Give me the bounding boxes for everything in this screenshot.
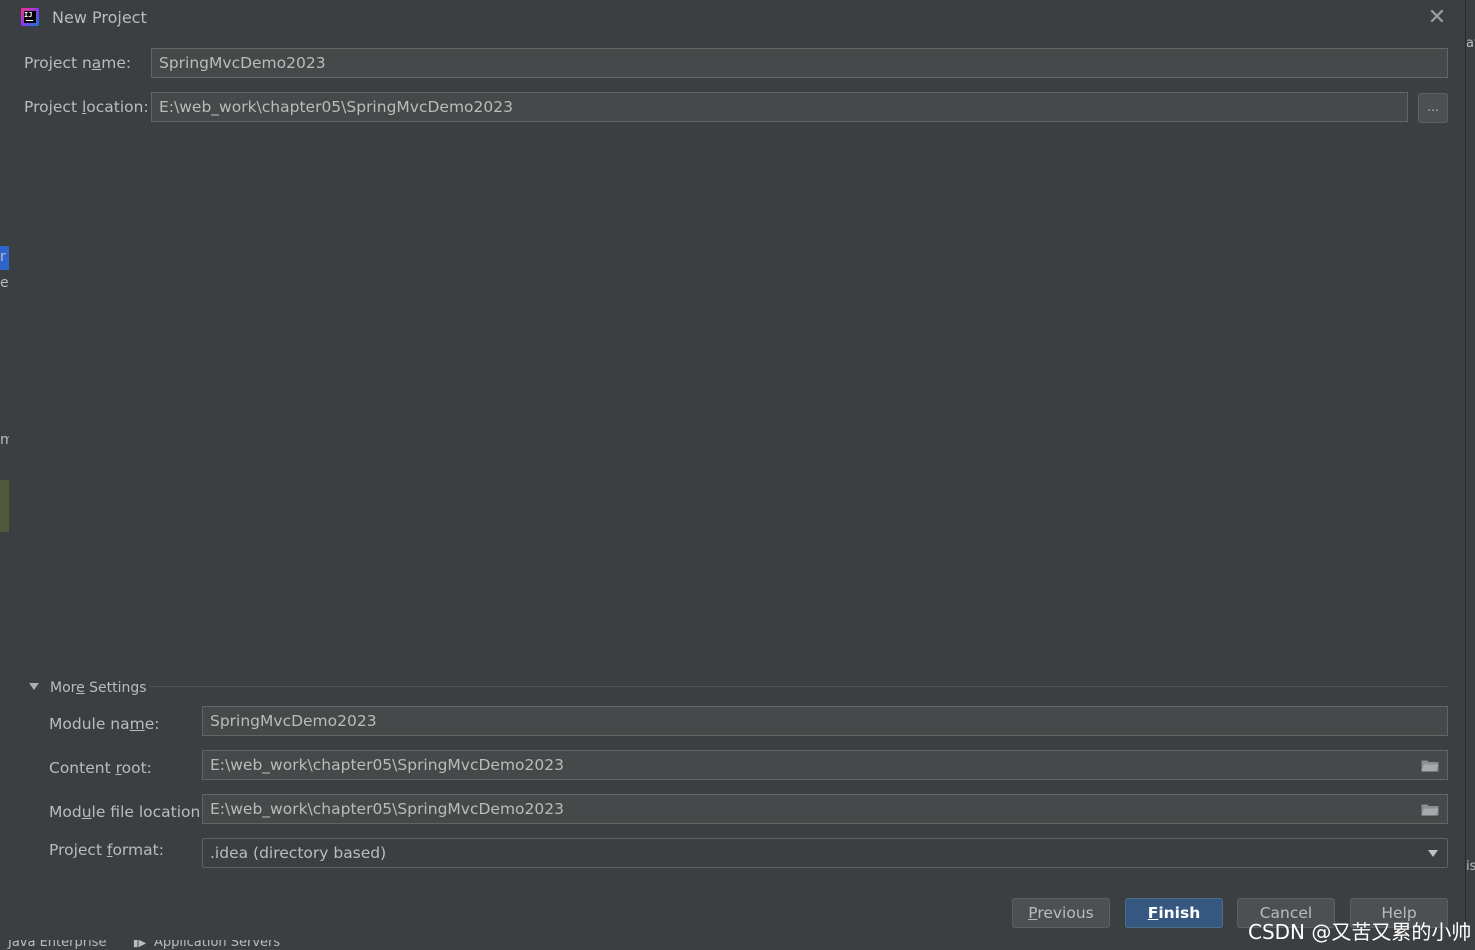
- folder-icon[interactable]: [1421, 803, 1439, 816]
- module-file-location-input[interactable]: E:\web_work\chapter05\SpringMvcDemo2023: [202, 794, 1448, 824]
- project-name-label: Project name:: [24, 54, 132, 72]
- more-settings-label: More Settings: [50, 680, 147, 696]
- csdn-watermark: CSDN @又苦又累的小帅: [1248, 920, 1472, 944]
- background-ide-right-strip: av is: [1466, 0, 1475, 950]
- content-root-value: E:\web_work\chapter05\SpringMvcDemo2023: [210, 756, 564, 774]
- close-icon[interactable]: ✕: [1425, 6, 1449, 30]
- dialog-title: New Project: [52, 8, 147, 27]
- background-tab-application-servers[interactable]: Application Servers: [154, 940, 280, 950]
- background-left-fragment: r: [0, 249, 6, 265]
- new-project-dialog: IJ New Project ✕ Project name: SpringMvc…: [9, 0, 1466, 940]
- application-servers-icon: ▮▶: [133, 940, 147, 949]
- project-format-label: Project format:: [49, 841, 164, 859]
- browse-location-button[interactable]: ...: [1418, 93, 1448, 123]
- expand-triangle-icon: [29, 683, 39, 690]
- chevron-down-icon: [1428, 850, 1438, 857]
- project-format-value: .idea (directory based): [210, 844, 387, 862]
- project-location-label: Project location:: [24, 98, 149, 116]
- background-left-fragment: e: [0, 275, 9, 291]
- background-ide-left-strip: r e m: [0, 0, 14, 950]
- previous-button[interactable]: Previous: [1012, 898, 1110, 928]
- project-name-input[interactable]: SpringMvcDemo2023: [151, 48, 1448, 78]
- content-root-label: Content root:: [49, 759, 152, 777]
- background-green-block: [0, 480, 9, 532]
- module-file-location-label: Module file location:: [49, 803, 206, 821]
- background-tab-java-enterprise[interactable]: Java Enterprise: [8, 940, 106, 950]
- dialog-titlebar[interactable]: IJ New Project ✕: [9, 0, 1465, 38]
- background-right-fragment: av: [1466, 36, 1475, 51]
- module-name-input[interactable]: SpringMvcDemo2023: [202, 706, 1448, 736]
- more-settings-divider: [149, 686, 1447, 687]
- module-file-location-value: E:\web_work\chapter05\SpringMvcDemo2023: [210, 800, 564, 818]
- project-location-input[interactable]: E:\web_work\chapter05\SpringMvcDemo2023: [151, 92, 1408, 122]
- finish-button[interactable]: Finish: [1125, 898, 1223, 928]
- background-right-fragment: is: [1466, 859, 1475, 874]
- project-format-select[interactable]: .idea (directory based): [202, 838, 1448, 868]
- intellij-idea-logo-icon: IJ: [21, 8, 39, 26]
- content-root-input[interactable]: E:\web_work\chapter05\SpringMvcDemo2023: [202, 750, 1448, 780]
- folder-icon[interactable]: [1421, 759, 1439, 772]
- module-name-label: Module name:: [49, 715, 160, 733]
